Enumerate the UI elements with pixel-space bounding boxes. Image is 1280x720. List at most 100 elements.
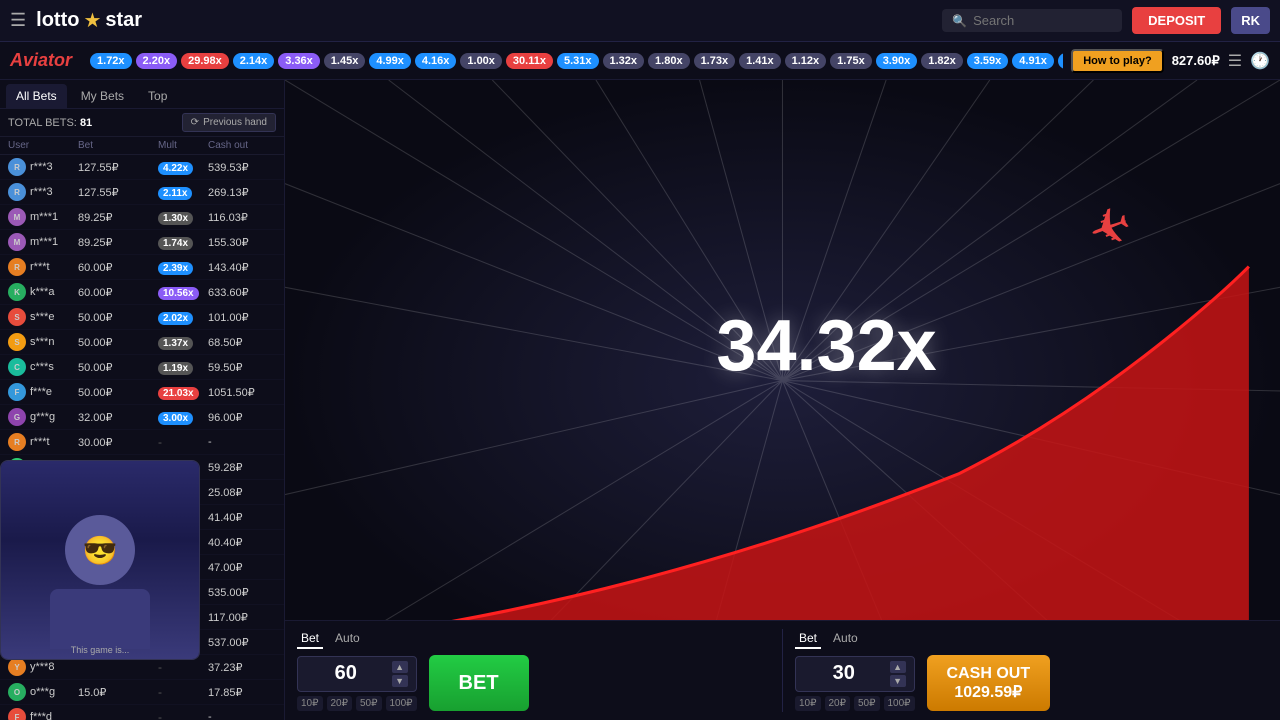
logo-text2: star — [105, 9, 142, 32]
multiplier-pill[interactable]: 4.16x — [415, 53, 457, 69]
avatar: F — [8, 383, 26, 401]
mult-cell: 3.00x — [158, 410, 208, 425]
multiplier-pill[interactable]: 2.20x — [136, 53, 178, 69]
logo: lotto ★ star — [36, 8, 142, 33]
avatar: R — [8, 433, 26, 451]
left-tab-bet[interactable]: Bet — [297, 629, 323, 649]
video-label: This game is... — [71, 645, 130, 655]
mult-cell: 2.11x — [158, 185, 208, 200]
multiplier-pill[interactable]: 1.75x — [830, 53, 872, 69]
username: r***3 — [30, 161, 53, 173]
top-nav: ☰ lotto ★ star 🔍 DEPOSIT RK — [0, 0, 1280, 42]
username: r***t — [30, 261, 50, 273]
multiplier-pill[interactable]: 2.14x — [233, 53, 275, 69]
bet-button[interactable]: BET — [429, 655, 529, 711]
list-icon[interactable]: ☰ — [1228, 51, 1242, 71]
column-header: Mult — [158, 140, 208, 151]
mult-cell: 2.02x — [158, 310, 208, 325]
left-decrement-button[interactable]: ▼ — [392, 675, 408, 687]
search-input[interactable] — [973, 13, 1112, 28]
right-quick-bet[interactable]: 10₽ — [795, 696, 821, 711]
mult-cell: - — [158, 435, 208, 449]
clock-icon[interactable]: 🕐 — [1250, 51, 1270, 71]
user-cell: Rr***t — [8, 433, 78, 451]
bet-tab-top[interactable]: Top — [138, 84, 177, 108]
left-panel: All BetsMy BetsTop TOTAL BETS: 81 ⟳ Prev… — [0, 80, 285, 720]
multiplier-pill[interactable]: 1.82x — [921, 53, 963, 69]
mult-badge: 3.00x — [158, 412, 193, 425]
prev-hand-button[interactable]: ⟳ Previous hand — [182, 113, 276, 132]
mult-badge: 1.74x — [158, 237, 193, 250]
nav-icons: ☰ 🕐 — [1228, 51, 1270, 71]
cashout-amount: - — [208, 436, 284, 448]
mult-badge: 2.02x — [158, 312, 193, 325]
multiplier-pill[interactable]: 1.45x — [324, 53, 366, 69]
right-stepper[interactable]: ▲ ▼ — [890, 661, 906, 687]
right-quick-bet[interactable]: 20₽ — [825, 696, 851, 711]
bets-header: TOTAL BETS: 81 ⟳ Previous hand — [0, 109, 284, 137]
bets-table-header: UserBetMultCash out — [0, 137, 284, 155]
bet-tab-all-bets[interactable]: All Bets — [6, 84, 67, 108]
bet-tab-my-bets[interactable]: My Bets — [71, 84, 134, 108]
multiplier-pill[interactable]: 1.80x — [648, 53, 690, 69]
right-quick-bet[interactable]: 100₽ — [884, 696, 915, 711]
multiplier-pill[interactable]: 3.90x — [876, 53, 918, 69]
mult-badge: 4.22x — [158, 162, 193, 175]
multiplier-pill[interactable]: 30.11x — [506, 53, 553, 69]
bet-amount: 50.00₽ — [78, 361, 158, 374]
multiplier-pill[interactable]: 4.91x — [1012, 53, 1054, 69]
hamburger-icon[interactable]: ☰ — [10, 10, 26, 31]
search-bar[interactable]: 🔍 — [942, 9, 1122, 32]
left-quick-bet[interactable]: 20₽ — [327, 696, 353, 711]
username: r***3 — [30, 186, 53, 198]
right-tab-auto[interactable]: Auto — [829, 629, 862, 649]
multiplier-pill[interactable]: 29.98x — [181, 53, 229, 69]
multiplier-pill[interactable]: 1.73x — [694, 53, 736, 69]
left-tab-auto[interactable]: Auto — [331, 629, 364, 649]
multiplier-pill[interactable]: 1.12x — [785, 53, 827, 69]
bet-row: Ff***e50.00₽21.03x1051.50₽ — [0, 380, 284, 405]
right-decrement-button[interactable]: ▼ — [890, 675, 906, 687]
right-quick-bet[interactable]: 50₽ — [854, 696, 880, 711]
video-person: 😎 — [1, 461, 199, 659]
multiplier-pill[interactable]: 7.76x — [1058, 53, 1063, 69]
right-increment-button[interactable]: ▲ — [890, 661, 906, 673]
mult-cell: - — [158, 685, 208, 699]
username: k***a — [30, 286, 54, 298]
multiplier-pill[interactable]: 1.72x — [90, 53, 132, 69]
bet-amount: 50.00₽ — [78, 386, 158, 399]
mult-cell: 4.22x — [158, 160, 208, 175]
left-stepper[interactable]: ▲ ▼ — [392, 661, 408, 687]
bet-row: Cc***s50.00₽1.19x59.50₽ — [0, 355, 284, 380]
bet-row: Ss***n50.00₽1.37x68.50₽ — [0, 330, 284, 355]
multiplier-pill[interactable]: 1.00x — [460, 53, 502, 69]
multiplier-pill[interactable]: 3.59x — [967, 53, 1009, 69]
right-bet-panel: BetAuto 30 ▲ ▼ 10₽20₽50₽100₽ CAS — [783, 621, 1280, 720]
deposit-button[interactable]: DEPOSIT — [1132, 7, 1221, 34]
username: m***1 — [30, 211, 58, 223]
left-bet-amount-box[interactable]: 60 ▲ ▼ — [297, 656, 417, 692]
left-quick-bet[interactable]: 10₽ — [297, 696, 323, 711]
left-quick-bet[interactable]: 50₽ — [356, 696, 382, 711]
username: f***d — [30, 711, 52, 720]
cashout-amount: 117.00₽ — [208, 611, 284, 624]
bet-row: Rr***3127.55₽4.22x539.53₽ — [0, 155, 284, 180]
multiplier-pill[interactable]: 1.32x — [603, 53, 645, 69]
right-tab-bet[interactable]: Bet — [795, 629, 821, 649]
user-avatar[interactable]: RK — [1231, 7, 1270, 34]
aviator-logo: Aviator — [10, 50, 72, 71]
how-to-play-button[interactable]: How to play? — [1071, 49, 1163, 73]
multiplier-pill[interactable]: 3.36x — [278, 53, 320, 69]
bet-amount: 50.00₽ — [78, 336, 158, 349]
user-cell: Mm***1 — [8, 233, 78, 251]
column-header: Cash out — [208, 140, 288, 151]
right-bet-amount-box[interactable]: 30 ▲ ▼ — [795, 656, 915, 692]
bet-amount: 30.00₽ — [78, 436, 158, 449]
multiplier-pill[interactable]: 1.41x — [739, 53, 781, 69]
cash-out-button[interactable]: CASH OUT 1029.59₽ — [927, 655, 1051, 711]
multiplier-pill[interactable]: 4.99x — [369, 53, 411, 69]
bet-row: Rr***t30.00₽-- — [0, 430, 284, 455]
left-quick-bet[interactable]: 100₽ — [386, 696, 417, 711]
left-increment-button[interactable]: ▲ — [392, 661, 408, 673]
multiplier-pill[interactable]: 5.31x — [557, 53, 599, 69]
